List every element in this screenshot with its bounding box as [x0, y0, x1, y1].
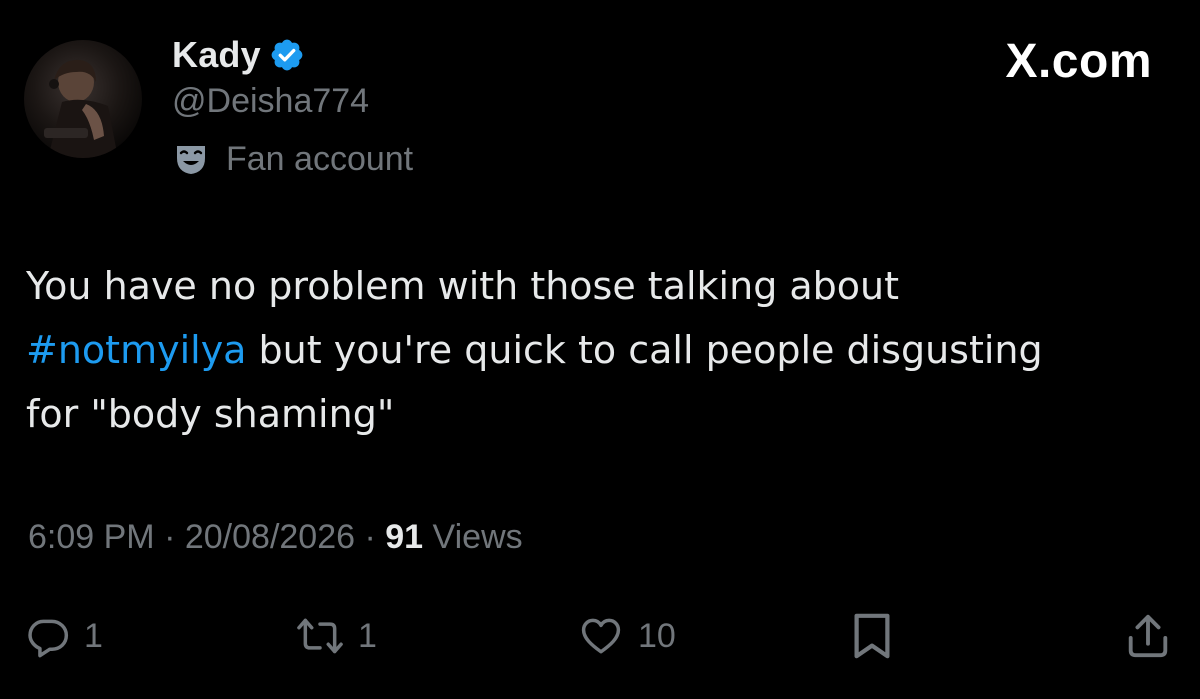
- repost-button[interactable]: 1: [296, 606, 377, 666]
- author-display-name[interactable]: Kady: [172, 34, 261, 76]
- post-card: Kady @Deisha774 Fan account X.com You ha…: [0, 0, 1200, 699]
- author-handle[interactable]: @Deisha774: [172, 82, 369, 121]
- hashtag-link[interactable]: #notmyilya: [26, 328, 246, 372]
- post-text: You have no problem with those talking a…: [26, 254, 1166, 446]
- bookmark-button[interactable]: [850, 606, 894, 666]
- post-time[interactable]: 6:09 PM: [28, 518, 155, 556]
- x-brand-logo: X.com: [1005, 35, 1152, 88]
- share-icon: [1128, 614, 1168, 658]
- meta-separator: ·: [164, 518, 176, 556]
- post-meta: 6:09 PM · 20/08/2026 · 91 Views: [28, 518, 523, 557]
- author-name-row: Kady: [172, 30, 305, 80]
- share-button[interactable]: [1124, 606, 1172, 666]
- views-label: Views: [432, 518, 523, 556]
- post-text-line-3: for "body shaming": [26, 392, 395, 436]
- like-button[interactable]: 10: [578, 606, 676, 666]
- reply-count: 1: [84, 616, 103, 655]
- like-count: 10: [638, 616, 676, 655]
- avatar[interactable]: [24, 40, 142, 158]
- reply-button[interactable]: 1: [26, 606, 103, 666]
- views-count: 91: [385, 518, 424, 556]
- repost-icon: [297, 618, 343, 654]
- post-text-line-2: #notmyilya but you're quick to call peop…: [26, 318, 1166, 382]
- meta-separator: ·: [364, 518, 376, 556]
- repost-count: 1: [358, 616, 377, 655]
- account-label-text: Fan account: [226, 139, 414, 178]
- theater-masks-icon: [174, 142, 208, 176]
- bookmark-icon: [854, 613, 890, 659]
- account-label: Fan account: [174, 138, 413, 180]
- verified-badge-icon[interactable]: [269, 37, 305, 73]
- like-icon: [581, 618, 621, 654]
- post-text-line-2-rest: but you're quick to call people disgusti…: [246, 328, 1043, 372]
- action-bar: 1 1 10: [0, 606, 1200, 666]
- post-text-line-1: You have no problem with those talking a…: [26, 264, 900, 308]
- reply-icon: [28, 619, 69, 658]
- avatar-photo: [44, 59, 118, 158]
- post-date[interactable]: 20/08/2026: [185, 518, 355, 556]
